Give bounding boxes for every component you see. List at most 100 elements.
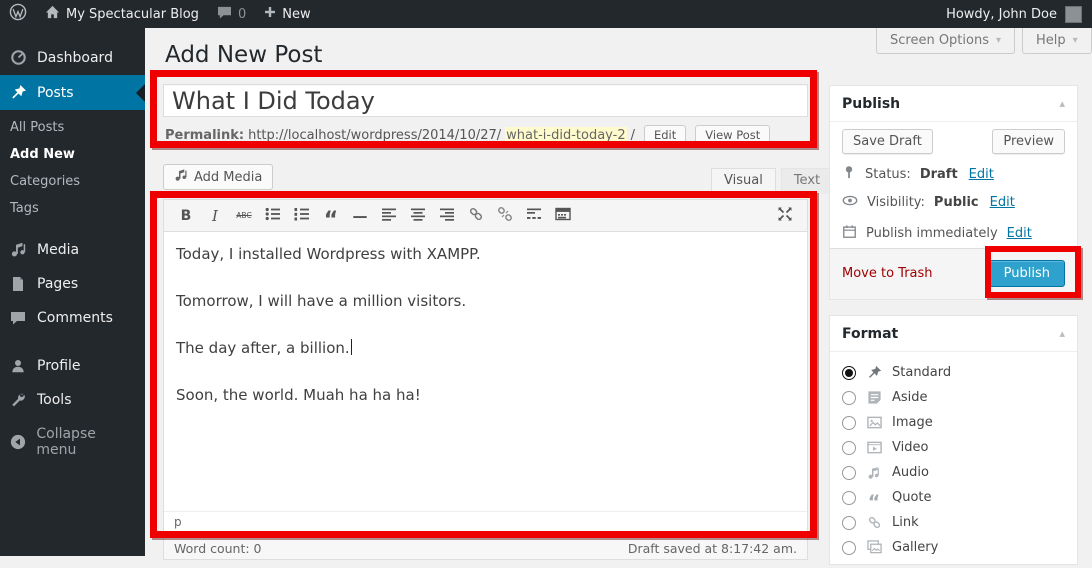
comments-shortcut[interactable]: 0 <box>208 0 255 28</box>
blockquote-icon: “ <box>324 216 338 226</box>
format-option-audio: Audio <box>842 460 1065 485</box>
post-title-input[interactable] <box>163 84 808 117</box>
page-title: Add New Post <box>165 42 322 68</box>
more-tag-button[interactable] <box>520 203 548 229</box>
editor-content-area[interactable]: Today, I installed Wordpress with XAMPP.… <box>164 232 807 512</box>
sidebar-label-pages: Pages <box>37 276 78 292</box>
avatar[interactable] <box>1065 6 1082 23</box>
wordpress-menu[interactable] <box>0 0 36 28</box>
remove-link-button[interactable] <box>491 203 519 229</box>
strikethrough-button[interactable]: ABC <box>230 203 258 229</box>
sidebar-item-pages[interactable]: Pages <box>0 267 145 301</box>
format-label-video[interactable]: Video <box>892 440 928 455</box>
preview-button[interactable]: Preview <box>992 129 1065 154</box>
format-label-quote[interactable]: Quote <box>892 490 932 505</box>
radio-audio[interactable] <box>842 466 856 480</box>
save-draft-button[interactable]: Save Draft <box>842 129 933 154</box>
sidebar-item-posts[interactable]: Posts <box>0 75 145 110</box>
format-label-audio[interactable]: Audio <box>892 465 929 480</box>
sidebar-label-media: Media <box>37 242 79 258</box>
edit-schedule-link[interactable]: Edit <box>1007 226 1032 241</box>
format-label-link[interactable]: Link <box>892 515 919 530</box>
sidebar-item-media[interactable]: Media <box>0 232 145 267</box>
collapse-toggle-icon[interactable]: ▴ <box>1059 97 1065 110</box>
site-name-link[interactable]: My Spectacular Blog <box>36 0 208 28</box>
tab-visual[interactable]: Visual <box>711 168 776 194</box>
sidebar-item-tools[interactable]: Tools <box>0 383 145 417</box>
format-option-standard: Standard <box>842 360 1065 385</box>
submenu-all-posts[interactable]: All Posts <box>0 114 145 141</box>
edit-status-link[interactable]: Edit <box>969 167 994 182</box>
edit-visibility-link[interactable]: Edit <box>990 195 1015 210</box>
distraction-free-button[interactable] <box>771 203 799 229</box>
profile-icon <box>8 358 28 374</box>
align-center-button[interactable] <box>404 203 432 229</box>
collapse-icon <box>8 434 27 450</box>
sidebar-item-profile[interactable]: Profile <box>0 349 145 383</box>
help-tab[interactable]: Help ▾ <box>1022 28 1092 54</box>
sidebar-label-dashboard: Dashboard <box>37 50 113 66</box>
horizontal-rule-icon: — <box>353 207 368 225</box>
new-label: New <box>282 7 310 22</box>
italic-button[interactable]: I <box>201 203 229 229</box>
sidebar-item-dashboard[interactable]: Dashboard <box>0 40 145 75</box>
numbered-list-button[interactable] <box>288 203 316 229</box>
bold-button[interactable]: B <box>172 203 200 229</box>
publish-box-title: Publish <box>842 96 900 112</box>
comment-bubble-icon <box>217 6 232 23</box>
editor-paragraph: The day after, a billion. <box>176 338 795 359</box>
howdy-text[interactable]: Howdy, John Doe <box>946 7 1057 22</box>
add-media-button[interactable]: Add Media <box>163 164 273 190</box>
bullet-list-icon <box>265 206 281 226</box>
format-label-gallery[interactable]: Gallery <box>892 540 938 555</box>
publish-button[interactable]: Publish <box>989 260 1065 287</box>
format-box-header[interactable]: Format ▴ <box>830 316 1077 352</box>
radio-quote[interactable] <box>842 491 856 505</box>
format-option-link: Link <box>842 510 1065 535</box>
word-count: Word count: 0 <box>174 541 262 556</box>
radio-link[interactable] <box>842 516 856 530</box>
align-right-button[interactable] <box>433 203 461 229</box>
post-content-editor: B I ABC “ — <box>163 199 808 533</box>
publish-box-footer: Move to Trash Publish <box>830 248 1077 299</box>
blockquote-button[interactable]: “ <box>317 203 345 229</box>
insert-link-button[interactable] <box>462 203 490 229</box>
sidebar-item-comments[interactable]: Comments <box>0 301 145 335</box>
radio-image[interactable] <box>842 416 856 430</box>
format-label-standard[interactable]: Standard <box>892 365 951 380</box>
visibility-value: Public <box>934 195 981 210</box>
align-left-button[interactable] <box>375 203 403 229</box>
permalink-base: http://localhost/wordpress/2014/10/27/ <box>248 128 501 143</box>
dashboard-icon <box>8 49 28 66</box>
radio-aside[interactable] <box>842 391 856 405</box>
format-option-gallery: Gallery <box>842 535 1065 560</box>
radio-video[interactable] <box>842 441 856 455</box>
schedule-row: Publish immediately Edit <box>842 224 1032 243</box>
new-content-menu[interactable]: New <box>255 0 319 28</box>
edit-permalink-button[interactable]: Edit <box>644 125 686 145</box>
media-icon <box>8 241 28 258</box>
sidebar-label-tools: Tools <box>37 392 72 408</box>
wordpress-logo-icon <box>9 3 27 25</box>
screen-options-tab[interactable]: Screen Options ▾ <box>876 28 1015 54</box>
submenu-add-new[interactable]: Add New <box>0 141 145 168</box>
submenu-categories[interactable]: Categories <box>0 168 145 195</box>
bullet-list-button[interactable] <box>259 203 287 229</box>
view-post-button[interactable]: View Post <box>695 125 770 145</box>
editor-paragraph: Tomorrow, I will have a million visitors… <box>176 291 795 312</box>
tab-text[interactable]: Text <box>781 168 833 194</box>
format-label-image[interactable]: Image <box>892 415 933 430</box>
collapse-toggle-icon[interactable]: ▴ <box>1059 327 1065 340</box>
radio-gallery[interactable] <box>842 541 856 555</box>
move-to-trash-link[interactable]: Move to Trash <box>842 266 933 281</box>
toolbar-toggle-button[interactable] <box>549 203 577 229</box>
publish-box: Publish ▴ Save Draft Preview Status: Dra… <box>829 85 1078 300</box>
publish-box-header[interactable]: Publish ▴ <box>830 86 1077 122</box>
submenu-tags[interactable]: Tags <box>0 195 145 222</box>
radio-standard[interactable] <box>842 366 856 380</box>
align-center-icon <box>410 206 426 226</box>
format-option-video: Video <box>842 435 1065 460</box>
format-label-aside[interactable]: Aside <box>892 390 928 405</box>
sidebar-item-collapse-menu[interactable]: Collapse menu <box>0 417 145 467</box>
horizontal-rule-button[interactable]: — <box>346 203 374 229</box>
